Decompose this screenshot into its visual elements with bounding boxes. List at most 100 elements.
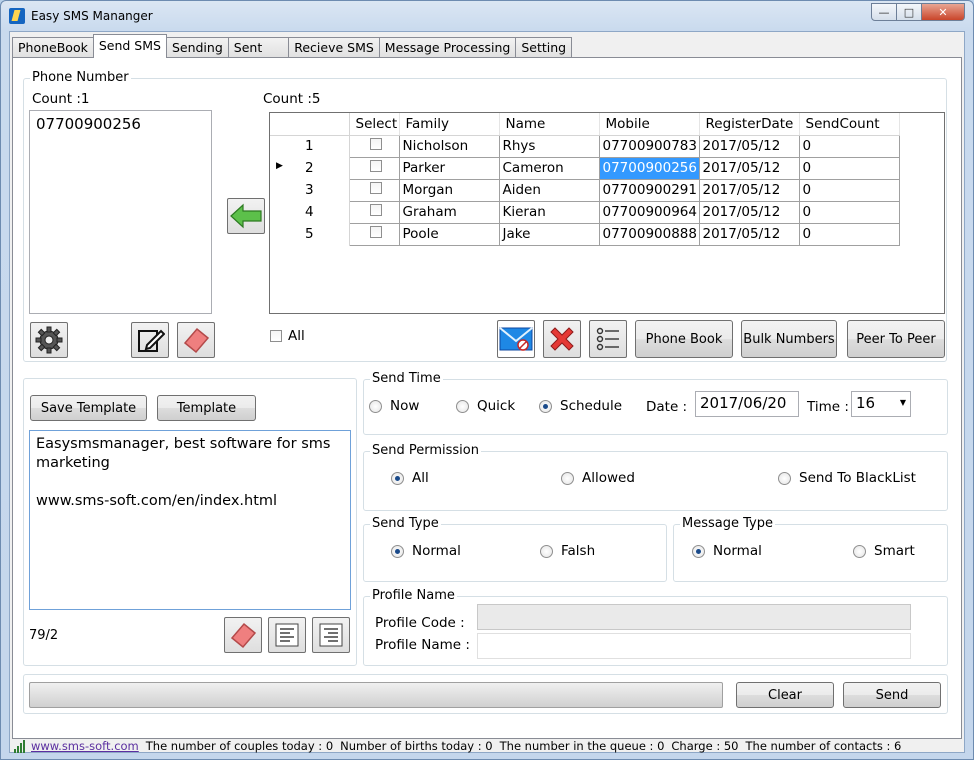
edit-button[interactable] <box>131 322 169 358</box>
selected-number-item[interactable]: 07700900256 <box>36 115 205 133</box>
send-type-normal-radio[interactable]: Normal <box>391 543 461 559</box>
tab-sending[interactable]: Sending <box>165 37 229 58</box>
date-picker[interactable]: 2017/06/20 <box>695 391 799 417</box>
send-message-button[interactable] <box>497 320 535 358</box>
table-row[interactable]: 1 Nicholson Rhys 07700900783 2017/05/12 … <box>270 134 900 158</box>
send-time-quick-radio[interactable]: Quick <box>456 398 515 414</box>
cell-send-count[interactable]: 0 <box>798 200 900 224</box>
cell-register-date[interactable]: 2017/05/12 <box>698 222 800 246</box>
cell-name[interactable]: Jake <box>498 222 600 246</box>
title-bar[interactable]: Easy SMS Mananger — □ ✕ <box>1 1 973 31</box>
list-button[interactable] <box>589 320 627 358</box>
row-select-checkbox[interactable] <box>369 204 382 216</box>
send-permission-legend: Send Permission <box>370 443 481 458</box>
col-mobile[interactable]: Mobile <box>599 113 700 136</box>
cell-family[interactable]: Poole <box>398 222 500 246</box>
tab-send-sms[interactable]: Send SMS <box>92 34 167 58</box>
pencil-icon <box>138 329 165 352</box>
cell-send-count[interactable]: 0 <box>798 178 900 202</box>
cell-mobile[interactable]: 07700900888 <box>598 222 700 246</box>
clear-button[interactable]: Clear <box>736 682 834 708</box>
message-type-normal-radio[interactable]: Normal <box>692 543 762 559</box>
save-template-button[interactable]: Save Template <box>30 395 147 421</box>
template-button[interactable]: Template <box>157 395 256 421</box>
delete-button[interactable] <box>543 320 581 358</box>
cell-name[interactable]: Kieran <box>498 200 600 224</box>
contacts-grid[interactable]: Select Family Name Mobile RegisterDate S… <box>269 112 945 314</box>
profile-name-field[interactable] <box>477 633 911 659</box>
cell-family[interactable]: Morgan <box>398 178 500 202</box>
cell-mobile-selected[interactable]: 07700900256 <box>598 156 700 180</box>
align-left-button[interactable] <box>268 617 306 653</box>
cell-register-date[interactable]: 2017/05/12 <box>698 134 800 158</box>
row-select-checkbox[interactable] <box>369 226 382 238</box>
row-select-checkbox[interactable] <box>369 182 382 194</box>
cell-send-count[interactable]: 0 <box>798 134 900 158</box>
bulk-numbers-button[interactable]: Bulk Numbers <box>741 320 837 358</box>
send-sms-page: Phone Number Count :1 Count :5 077009002… <box>12 57 962 739</box>
erase-numbers-button[interactable] <box>177 322 215 358</box>
send-type-flash-radio[interactable]: Falsh <box>540 543 595 559</box>
align-right-button[interactable] <box>312 617 350 653</box>
website-link[interactable]: www.sms-soft.com <box>31 739 139 753</box>
row-number[interactable]: 3 <box>270 179 350 201</box>
cell-family[interactable]: Graham <box>398 200 500 224</box>
cell-name[interactable]: Rhys <box>498 134 600 158</box>
send-time-schedule-radio[interactable]: Schedule <box>539 398 622 414</box>
cell-mobile[interactable]: 07700900291 <box>598 178 700 202</box>
col-register-date[interactable]: RegisterDate <box>699 113 800 136</box>
minimize-button[interactable]: — <box>871 3 897 21</box>
col-family[interactable]: Family <box>399 113 500 136</box>
envelope-icon <box>499 327 533 351</box>
cell-family[interactable]: Parker <box>398 156 500 180</box>
table-row[interactable]: 5 Poole Jake 07700900888 2017/05/12 0 <box>270 222 900 246</box>
cell-register-date[interactable]: 2017/05/12 <box>698 156 800 180</box>
table-row[interactable]: 4 Graham Kieran 07700900964 2017/05/12 0 <box>270 200 900 224</box>
time-select[interactable]: 16 ▼ <box>851 391 911 417</box>
message-type-smart-radio[interactable]: Smart <box>853 543 915 559</box>
cell-mobile[interactable]: 07700900964 <box>598 200 700 224</box>
peer-to-peer-button[interactable]: Peer To Peer <box>847 320 945 358</box>
phone-number-legend: Phone Number <box>30 70 131 85</box>
tab-recieve-sms[interactable]: Recieve SMS <box>288 37 380 58</box>
permission-blacklist-radio[interactable]: Send To BlackList <box>778 470 916 486</box>
send-button[interactable]: Send <box>843 682 941 708</box>
eraser-icon <box>230 622 257 649</box>
row-number[interactable]: 1 <box>270 135 350 157</box>
tab-phonebook[interactable]: PhoneBook <box>12 37 94 58</box>
settings-button[interactable] <box>30 322 68 358</box>
cell-mobile[interactable]: 07700900783 <box>598 134 700 158</box>
phone-book-button[interactable]: Phone Book <box>635 320 733 358</box>
col-send-count[interactable]: SendCount <box>799 113 900 136</box>
cell-register-date[interactable]: 2017/05/12 <box>698 200 800 224</box>
table-row[interactable]: 3 Morgan Aiden 07700900291 2017/05/12 0 <box>270 178 900 202</box>
tab-message-processing[interactable]: Message Processing <box>378 37 517 58</box>
col-name[interactable]: Name <box>499 113 600 136</box>
row-select-checkbox[interactable] <box>369 138 382 150</box>
table-row[interactable]: ▶ 2 Parker Cameron 07700900256 2017/05/12… <box>270 156 900 180</box>
row-select-checkbox[interactable] <box>369 160 382 172</box>
select-all-checkbox[interactable]: All <box>270 328 305 344</box>
cell-register-date[interactable]: 2017/05/12 <box>698 178 800 202</box>
row-number[interactable]: 4 <box>270 201 350 223</box>
row-number[interactable]: 5 <box>270 223 350 245</box>
move-to-selected-button[interactable] <box>227 198 265 234</box>
status-births: Number of births today : 0 <box>340 739 493 753</box>
profile-code-field <box>477 604 911 630</box>
cell-send-count[interactable]: 0 <box>798 222 900 246</box>
tab-sent[interactable]: Sent <box>227 37 290 58</box>
message-textarea[interactable]: Easysmsmanager, best software for sms ma… <box>29 430 351 610</box>
cell-family[interactable]: Nicholson <box>398 134 500 158</box>
clear-message-button[interactable] <box>224 617 262 653</box>
cell-send-count[interactable]: 0 <box>798 156 900 180</box>
permission-all-radio[interactable]: All <box>391 470 429 486</box>
col-select[interactable]: Select <box>349 113 400 136</box>
cell-name[interactable]: Cameron <box>498 156 600 180</box>
cell-name[interactable]: Aiden <box>498 178 600 202</box>
send-time-now-radio[interactable]: Now <box>369 398 419 414</box>
close-button[interactable]: ✕ <box>921 3 965 21</box>
tab-setting[interactable]: Setting <box>515 37 573 58</box>
maximize-button[interactable]: □ <box>896 3 922 21</box>
permission-allowed-radio[interactable]: Allowed <box>561 470 635 486</box>
selected-numbers-list[interactable]: 07700900256 <box>29 110 212 314</box>
